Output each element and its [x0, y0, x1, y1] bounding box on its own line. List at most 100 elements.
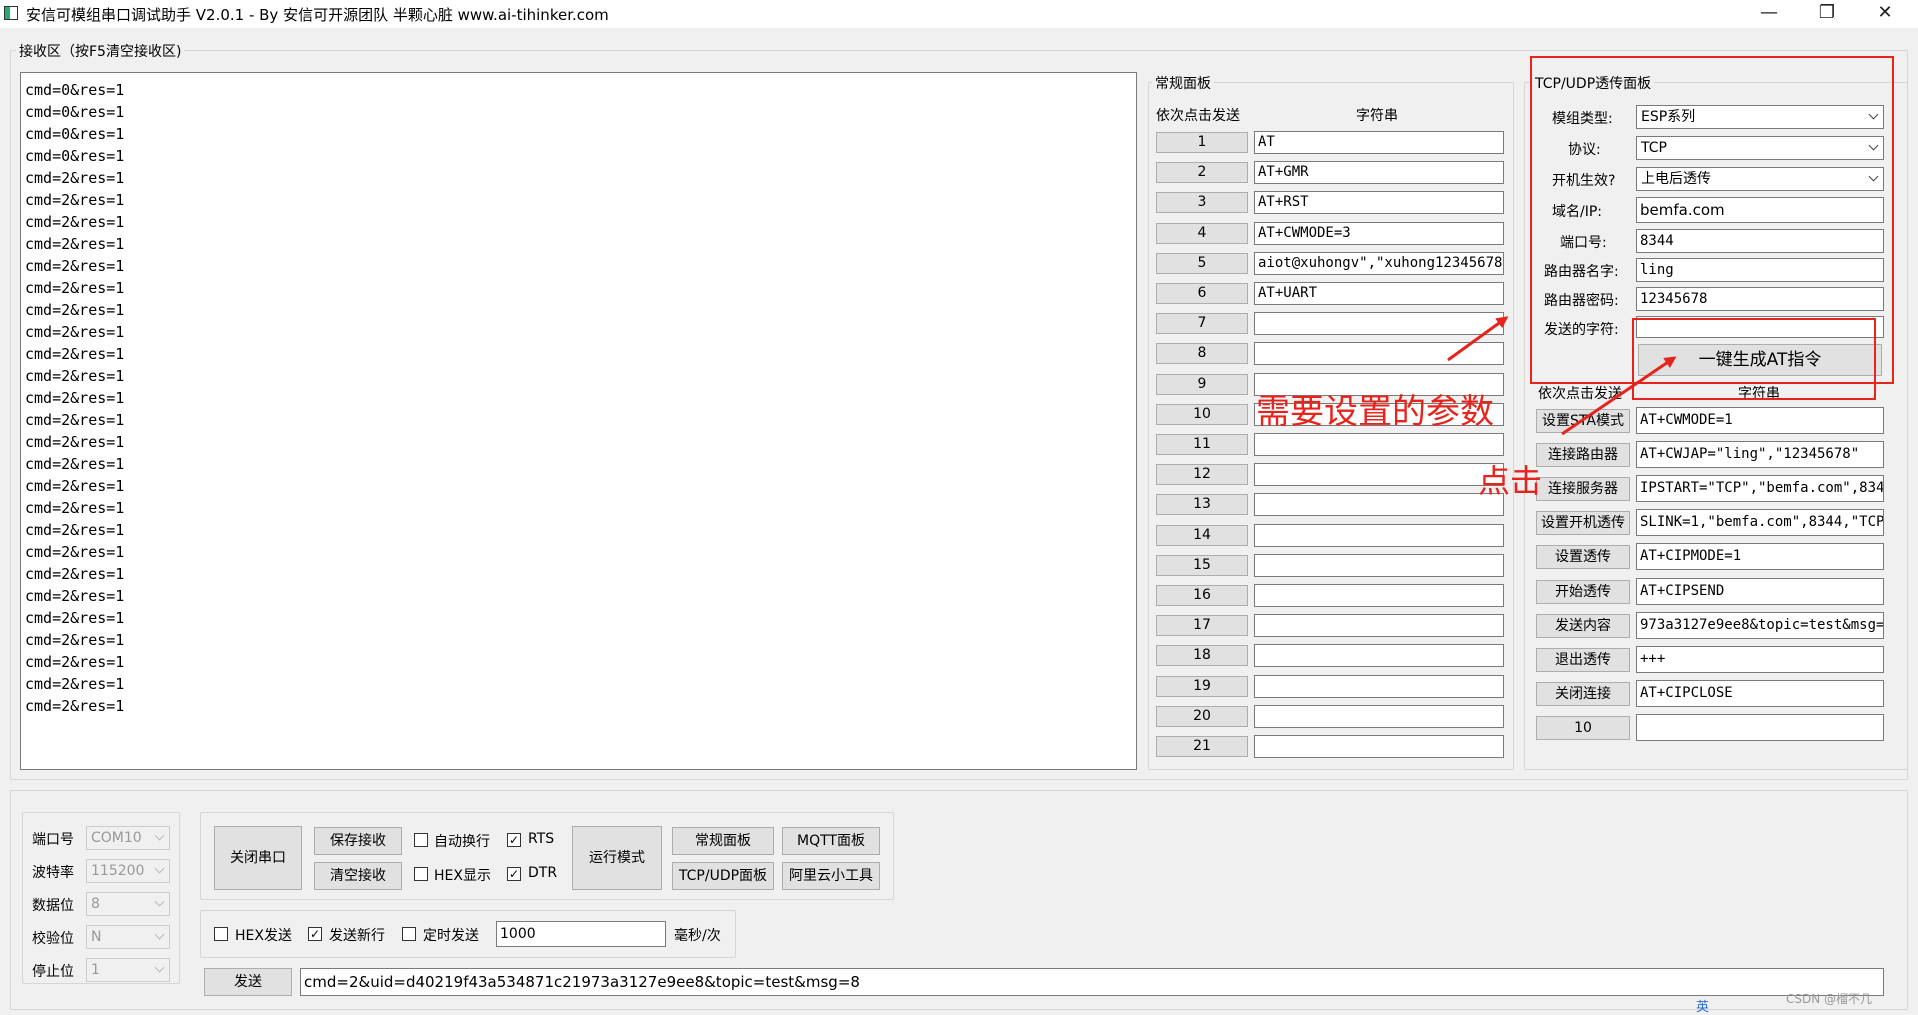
timed-send-label: 定时发送: [423, 928, 479, 944]
serial-stop-select[interactable]: 1: [86, 958, 170, 982]
tcp-command-input[interactable]: AT+CWMODE=1: [1636, 407, 1884, 434]
send-row-input[interactable]: [1254, 704, 1504, 728]
send-row-button[interactable]: 12: [1156, 464, 1248, 486]
send-row-button[interactable]: 18: [1156, 645, 1248, 667]
serial-parity-select[interactable]: N: [86, 925, 170, 949]
send-row-input[interactable]: [1254, 342, 1504, 366]
serial-port-value: COM10: [91, 830, 142, 846]
minimize-button[interactable]: —: [1746, 0, 1792, 28]
receive-line: cmd=2&res=1: [25, 609, 125, 627]
send-row-input[interactable]: AT+RST: [1254, 191, 1504, 215]
send-row-input[interactable]: [1254, 644, 1504, 668]
tcp-command-button[interactable]: 开始透传: [1536, 579, 1630, 604]
hex-show-checkbox[interactable]: [414, 867, 428, 881]
tcp-command-button[interactable]: 退出透传: [1536, 647, 1630, 672]
tcp-command-input[interactable]: 973a3127e9ee8&topic=test&msg=8: [1636, 611, 1884, 639]
receive-line: cmd=2&res=1: [25, 169, 125, 187]
save-receive-button[interactable]: 保存接收: [314, 827, 402, 855]
send-text-input[interactable]: cmd=2&uid=d40219f43a534871c21973a3127e9e…: [300, 968, 1884, 996]
normal-panel-button[interactable]: 常规面板: [672, 827, 774, 855]
close-window-button[interactable]: ✕: [1862, 0, 1908, 28]
tcp-command-input[interactable]: [1636, 713, 1884, 741]
maximize-button[interactable]: ❐: [1804, 0, 1850, 28]
ime-indicator[interactable]: 英: [1696, 996, 1709, 1015]
receive-line: cmd=2&res=1: [25, 279, 125, 297]
tcp-command-input[interactable]: AT+CWJAP="ling","12345678": [1636, 441, 1884, 469]
send-row-button[interactable]: 5: [1156, 252, 1248, 274]
close-port-button[interactable]: 关闭串口: [214, 826, 302, 890]
serial-baud-select[interactable]: 115200: [86, 859, 170, 883]
hex-send-checkbox[interactable]: [214, 927, 228, 941]
auto-wrap-checkbox[interactable]: [414, 833, 428, 847]
tcp-command-button[interactable]: 关闭连接: [1536, 681, 1630, 706]
tcp-command-button[interactable]: 连接路由器: [1536, 443, 1630, 468]
send-row-button[interactable]: 17: [1156, 615, 1248, 637]
send-row-input[interactable]: [1254, 735, 1504, 758]
send-row-input[interactable]: [1254, 614, 1504, 638]
dtr-checkbox[interactable]: ✓: [507, 867, 521, 881]
send-button[interactable]: 发送: [204, 968, 292, 996]
clear-receive-button[interactable]: 清空接收: [314, 862, 402, 890]
send-row-input[interactable]: [1254, 312, 1504, 336]
send-row-button[interactable]: 13: [1156, 494, 1248, 516]
auto-wrap-label: 自动换行: [434, 834, 490, 850]
send-row-button[interactable]: 19: [1156, 675, 1248, 697]
send-row-button[interactable]: 10: [1156, 403, 1248, 425]
send-row-input[interactable]: AT: [1254, 131, 1504, 154]
send-row-button[interactable]: 4: [1156, 222, 1248, 244]
receive-line: cmd=2&res=1: [25, 257, 125, 275]
tcp-command-input[interactable]: SLINK=1,"bemfa.com",8344,"TCP": [1636, 509, 1884, 537]
tcp-panel-button[interactable]: TCP/UDP面板: [672, 862, 774, 890]
tcp-command-input[interactable]: AT+CIPMODE=1: [1636, 543, 1884, 571]
tcp-command-input[interactable]: AT+CIPCLOSE: [1636, 679, 1884, 707]
send-newline-checkbox[interactable]: ✓: [308, 927, 322, 941]
app-icon: [4, 6, 18, 20]
send-row-button[interactable]: 11: [1156, 434, 1248, 455]
serial-port-select[interactable]: COM10: [86, 826, 170, 850]
send-row-button[interactable]: 9: [1156, 373, 1248, 395]
aliyun-tool-button[interactable]: 阿里云小工具: [782, 862, 880, 890]
send-row-button[interactable]: 6: [1156, 283, 1248, 304]
send-row-button[interactable]: 3: [1156, 192, 1248, 214]
send-row-button[interactable]: 1: [1156, 132, 1248, 153]
send-row-input[interactable]: [1254, 463, 1504, 487]
send-row-button[interactable]: 21: [1156, 736, 1248, 757]
send-row-input[interactable]: [1254, 553, 1504, 577]
receive-line: cmd=0&res=1: [25, 81, 125, 99]
send-row-input[interactable]: [1254, 433, 1504, 456]
send-row-input[interactable]: AT+UART: [1254, 282, 1504, 305]
rts-checkbox[interactable]: ✓: [507, 833, 521, 847]
chevron-down-icon: [154, 863, 165, 874]
send-interval-input[interactable]: 1000: [496, 921, 666, 947]
tcp-command-button[interactable]: 设置开机透传: [1536, 511, 1630, 536]
send-row-button[interactable]: 2: [1156, 162, 1248, 184]
tcp-command-button[interactable]: 连接服务器: [1536, 477, 1630, 502]
tcp-command-input[interactable]: AT+CIPSEND: [1636, 577, 1884, 605]
send-row-button[interactable]: 14: [1156, 524, 1248, 546]
run-mode-button[interactable]: 运行模式: [572, 826, 662, 890]
send-row-input[interactable]: [1254, 674, 1504, 698]
send-row-button[interactable]: 15: [1156, 554, 1248, 576]
tcp-command-input[interactable]: IPSTART="TCP","bemfa.com",8344: [1636, 475, 1884, 503]
tcp-command-button[interactable]: 10: [1536, 715, 1630, 740]
send-row-button[interactable]: 16: [1156, 585, 1248, 606]
send-row-input[interactable]: [1254, 584, 1504, 607]
send-row-input[interactable]: [1254, 523, 1504, 547]
send-row-input[interactable]: AT+GMR: [1254, 161, 1504, 185]
serial-data-select[interactable]: 8: [86, 892, 170, 916]
receive-textarea[interactable]: cmd=0&res=1 cmd=0&res=1 cmd=0&res=1 cmd=0&r…: [20, 72, 1137, 770]
mqtt-panel-button[interactable]: MQTT面板: [782, 827, 880, 855]
send-row-input[interactable]: [1254, 493, 1504, 517]
receive-line: cmd=2&res=1: [25, 455, 125, 473]
tcp-command-button[interactable]: 设置透传: [1536, 545, 1630, 570]
tcp-command-input[interactable]: +++: [1636, 645, 1884, 673]
tcp-command-button[interactable]: 设置STA模式: [1536, 409, 1630, 433]
send-row-button[interactable]: 7: [1156, 313, 1248, 335]
send-row-input[interactable]: AT+CWMODE=3: [1254, 221, 1504, 245]
send-row-input[interactable]: aiot@xuhongv","xuhong12345678": [1254, 251, 1504, 275]
send-row-button[interactable]: 20: [1156, 705, 1248, 727]
csdn-watermark: CSDN @榴不几: [1786, 992, 1873, 1006]
send-row-button[interactable]: 8: [1156, 343, 1248, 365]
timed-send-checkbox[interactable]: [402, 927, 416, 941]
tcp-command-button[interactable]: 发送内容: [1536, 613, 1630, 638]
